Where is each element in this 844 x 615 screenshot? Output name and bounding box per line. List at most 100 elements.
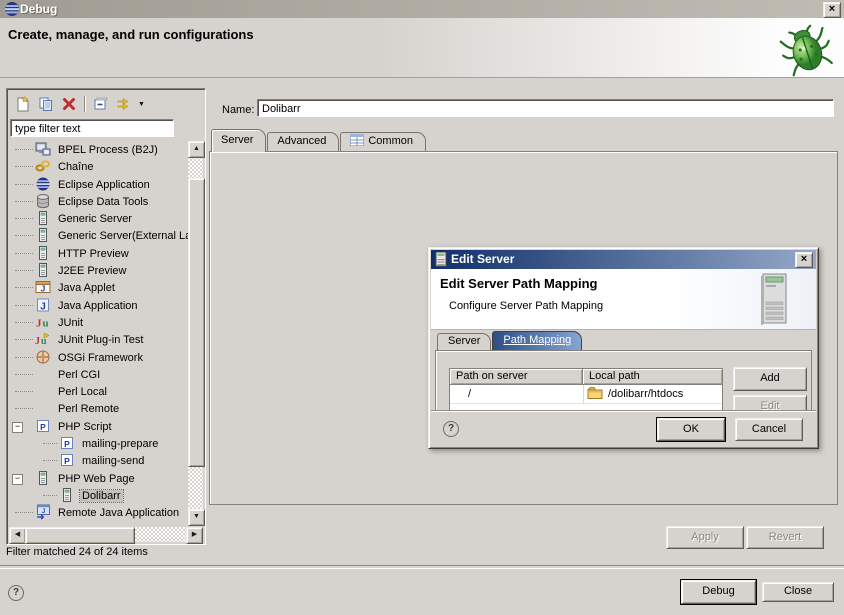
name-input[interactable] (257, 99, 834, 117)
tree-item-java-application[interactable]: JJava Application (9, 297, 203, 314)
tree-item-junit[interactable]: Ju JUnit (9, 314, 203, 331)
tree-horizontal-scrollbar[interactable]: ◀ ▶ (9, 527, 203, 542)
local-path-cell: /dolibarr/htdocs (608, 388, 683, 400)
tree-item-label: Dolibarr (80, 490, 123, 502)
svg-text:P: P (64, 439, 70, 449)
tree-item-php-web-page[interactable]: −PHP Web Page (9, 470, 203, 487)
edit-server-title: Edit Server (451, 252, 514, 266)
main-tab-bar: Server Advanced Common (211, 131, 427, 152)
tab-advanced[interactable]: Advanced (267, 132, 339, 152)
tree-item-generic-server-external-la[interactable]: Generic Server(External La (9, 227, 203, 244)
tree-item-label: J2EE Preview (56, 265, 128, 277)
tree-item-cha-ne[interactable]: Chaîne (9, 158, 203, 175)
dialog-heading: Edit Server Path Mapping (440, 276, 597, 291)
scroll-right-icon[interactable]: ▶ (186, 527, 203, 544)
horizontal-scroll-thumb[interactable] (25, 527, 135, 544)
dialog-tab-bar: Server Path Mapping (437, 331, 583, 351)
tree-item-label: mailing-send (80, 455, 146, 467)
svg-text:u: u (43, 317, 49, 329)
tree-item-dolibarr[interactable]: Dolibarr (9, 487, 203, 504)
collapse-expander-icon[interactable]: − (12, 422, 23, 433)
tree-item-remote-java-application[interactable]: J Remote Java Application (9, 504, 203, 521)
filter-input[interactable] (10, 119, 174, 137)
svg-text:J: J (42, 509, 45, 515)
tree-item-osgi-framework[interactable]: OSGi Framework (9, 349, 203, 366)
tree-item-mailing-send[interactable]: Pmailing-send (9, 452, 203, 469)
tree-item-eclipse-data-tools[interactable]: Eclipse Data Tools (9, 193, 203, 210)
footer-separator (0, 565, 844, 569)
name-label: Name: (222, 104, 254, 116)
dialog-button-bar: ? OK Cancel (431, 410, 816, 446)
window-close-button[interactable]: × (823, 2, 841, 18)
tree-item-mailing-prepare[interactable]: Pmailing-prepare (9, 435, 203, 452)
php-icon: P (35, 418, 51, 434)
tree-item-label: Chaîne (56, 161, 95, 173)
tree-item-label: JUnit (56, 317, 85, 329)
tree-item-perl-cgi[interactable]: Perl CGI (9, 366, 203, 383)
ok-button[interactable]: OK (657, 418, 725, 441)
help-icon[interactable]: ? (8, 585, 24, 601)
window-title: Debug (20, 2, 57, 16)
collapse-all-icon[interactable] (92, 96, 108, 112)
java-icon: J (35, 297, 51, 313)
tree-item-j2ee-preview[interactable]: J2EE Preview (9, 262, 203, 279)
delete-configuration-icon[interactable] (61, 96, 77, 112)
debug-button[interactable]: Debug (681, 580, 756, 604)
dialog-header: Edit Server Path Mapping Configure Serve… (431, 269, 816, 330)
tree-item-label: Eclipse Application (56, 179, 152, 191)
window-titlebar[interactable]: Debug × (0, 0, 844, 18)
vertical-scroll-thumb[interactable] (188, 178, 205, 467)
database-icon (35, 193, 51, 209)
tree-item-http-preview[interactable]: HTTP Preview (9, 245, 203, 262)
chain-icon (35, 158, 51, 174)
table-icon (350, 134, 364, 146)
tree-item-label: Perl Remote (56, 403, 121, 415)
tree-item-perl-remote[interactable]: Perl Remote (9, 400, 203, 417)
tree-item-perl-local[interactable]: Perl Local (9, 383, 203, 400)
tree-item-label: mailing-prepare (80, 438, 160, 450)
toolbar-menu-chevron-icon[interactable]: ▼ (138, 101, 145, 108)
revert-button[interactable]: Revert (746, 526, 824, 549)
scroll-left-icon[interactable]: ◀ (9, 527, 26, 544)
tree-item-generic-server[interactable]: Generic Server (9, 210, 203, 227)
cancel-button[interactable]: Cancel (735, 418, 803, 441)
dialog-tab-server[interactable]: Server (437, 333, 491, 351)
tree-item-bpel-process-b2j[interactable]: BPEL Process (B2J) (9, 141, 203, 158)
add-mapping-button[interactable]: Add (733, 367, 807, 391)
dialog-close-button[interactable]: × (795, 252, 813, 268)
new-configuration-icon[interactable] (15, 96, 31, 112)
debug-configurations-window: Debug × Create, manage, and run configur… (0, 0, 844, 615)
tab-common[interactable]: Common (340, 132, 426, 152)
configurations-panel: ▼ BPEL Process (B2J) Chaîne Eclipse Applic… (6, 88, 206, 545)
scroll-up-icon[interactable]: ▲ (188, 141, 205, 158)
tree-vertical-scrollbar[interactable]: ▲ ▼ (188, 141, 203, 526)
scroll-down-icon[interactable]: ▼ (188, 509, 205, 526)
server-icon (35, 262, 51, 278)
svg-text:J: J (36, 317, 42, 329)
svg-text:P: P (40, 422, 46, 432)
duplicate-configuration-icon[interactable] (38, 96, 54, 112)
edit-server-titlebar[interactable]: Edit Server × (431, 250, 816, 269)
server-icon (435, 252, 447, 270)
dialog-tab-path-mapping[interactable]: Path Mapping (492, 331, 582, 351)
path-mapping-row[interactable]: //dolibarr/htdocs (450, 385, 722, 403)
tree-item-php-script[interactable]: −PPHP Script (9, 418, 203, 435)
collapse-expander-icon[interactable]: − (12, 474, 23, 485)
column-header-local-path[interactable]: Local path (583, 369, 722, 385)
tab-server[interactable]: Server (211, 129, 266, 152)
tree-item-label: Java Applet (56, 282, 117, 294)
close-button[interactable]: Close (762, 582, 834, 602)
svg-text:P: P (64, 456, 70, 466)
server-tower-icon (758, 272, 790, 329)
filter-launch-configurations-icon[interactable] (115, 96, 131, 112)
tree-item-label: Remote Java Application (56, 507, 181, 519)
junit-icon: Ju (35, 314, 51, 330)
column-header-path-on-server[interactable]: Path on server (450, 369, 583, 385)
tree-item-label: OSGi Framework (56, 352, 145, 364)
dialog-help-icon[interactable]: ? (443, 421, 459, 437)
tree-item-junit-plug-in-test[interactable]: JuJUnit Plug-in Test (9, 331, 203, 348)
server-icon (35, 245, 51, 261)
tree-item-java-applet[interactable]: JJava Applet (9, 279, 203, 296)
apply-button[interactable]: Apply (666, 526, 744, 549)
tree-item-eclipse-application[interactable]: Eclipse Application (9, 176, 203, 193)
